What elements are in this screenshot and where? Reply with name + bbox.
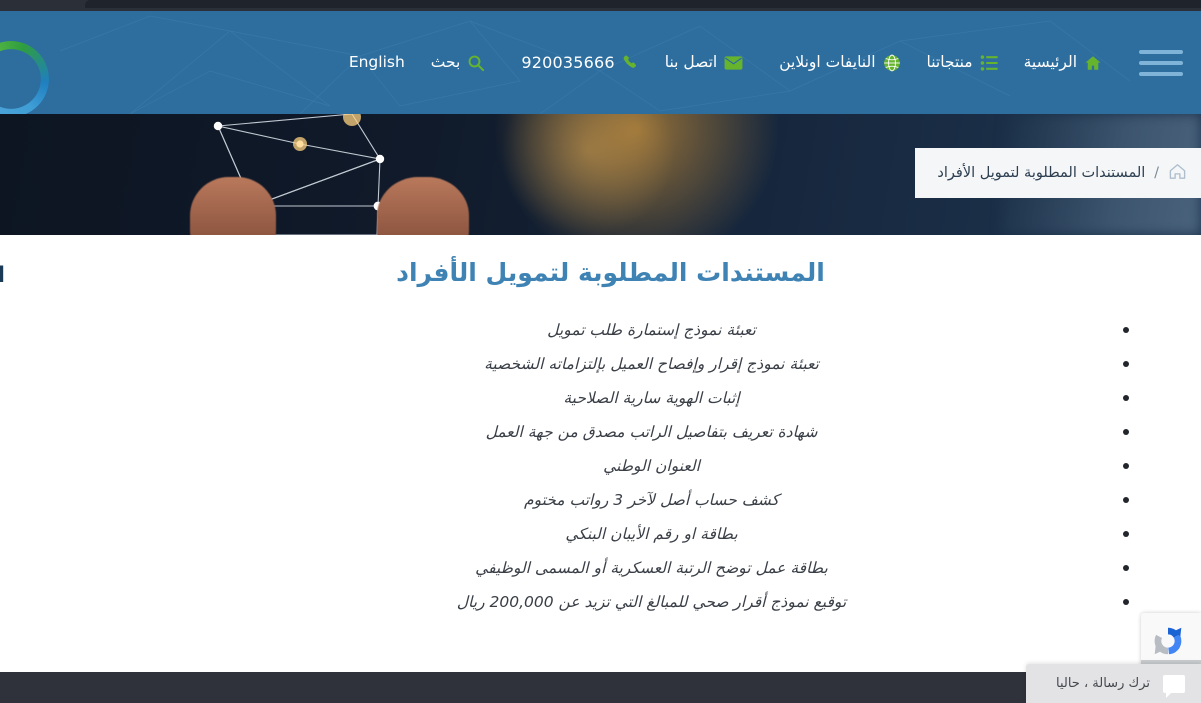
- nav-item-online-label: النايفات اونلاين: [779, 52, 876, 71]
- search-icon: [467, 54, 485, 72]
- breadcrumb: / المستندات المطلوبة لتمويل الأفراد: [915, 148, 1201, 198]
- list-bullet-icon: [1123, 565, 1129, 571]
- list-bullet-icon: [1123, 531, 1129, 537]
- list-item-label: إثبات الهوية سارية الصلاحية: [563, 389, 740, 407]
- home-icon: [1084, 54, 1102, 72]
- breadcrumb-separator: /: [1154, 165, 1159, 181]
- list-item: إثبات الهوية سارية الصلاحية: [20, 381, 1201, 415]
- list-item-label: كشف حساب أصل لآخر 3 رواتب مختوم: [523, 491, 779, 509]
- nav-phone-number: 920035666: [521, 53, 615, 72]
- required-documents-list: تعبئة نموذج إستمارة طلب تمويل تعبئة نموذج…: [0, 313, 1201, 619]
- nav-language-switch[interactable]: English: [348, 52, 405, 71]
- hamburger-bar: [1139, 60, 1183, 65]
- list-item: تعبئة نموذج إستمارة طلب تمويل: [20, 313, 1201, 347]
- list-bullet-icon: [1123, 361, 1129, 367]
- hamburger-bar: [1139, 71, 1183, 76]
- nav-item-phone[interactable]: 920035666: [521, 53, 638, 72]
- chat-widget[interactable]: ترك رسالة ، حاليا: [1026, 664, 1201, 703]
- nav-item-products-label: منتجاتنا: [926, 52, 973, 71]
- main-content: ا المستندات المطلوبة لتمويل الأفراد تعبئ…: [0, 235, 1201, 672]
- list-item: شهادة تعريف بتفاصيل الراتب مصدق من جهة ا…: [20, 415, 1201, 449]
- list-bullet-icon: [1123, 497, 1129, 503]
- list-item: توقيع نموذج أقرار صحي للمبالغ التي تزيد …: [20, 585, 1201, 619]
- list-item: تعبئة نموذج إقرار وإفصاح العميل بإلتزاما…: [20, 347, 1201, 381]
- page-title: المستندات المطلوبة لتمويل الأفراد: [396, 258, 825, 287]
- list-item: بطاقة عمل توضح الرتبة العسكرية أو المسمى…: [20, 551, 1201, 585]
- site-header: الرئيسية منتجاتنا النايفات اونلاين اتصل …: [0, 11, 1201, 114]
- recaptcha-badge-icon: [1154, 627, 1182, 655]
- site-logo[interactable]: [0, 41, 49, 114]
- list-item: بطاقة او رقم الأيبان البنكي: [20, 517, 1201, 551]
- list-item-label: بطاقة عمل توضح الرتبة العسكرية أو المسمى…: [475, 559, 828, 577]
- hamburger-menu-icon[interactable]: [1133, 43, 1183, 83]
- list-bullet-icon: [1123, 395, 1129, 401]
- nav-language-label: English: [348, 52, 405, 71]
- list-bullet-icon: [1123, 599, 1129, 605]
- list-bullet-icon: [1123, 463, 1129, 469]
- browser-top-strip: [0, 0, 1201, 11]
- list-item-label: تعبئة نموذج إقرار وإفصاح العميل بإلتزاما…: [484, 355, 819, 373]
- nav-item-contact-label: اتصل بنا: [664, 52, 718, 71]
- list-item-label: شهادة تعريف بتفاصيل الراتب مصدق من جهة ا…: [485, 423, 818, 441]
- list-item-label: العنوان الوطني: [603, 457, 700, 475]
- globe-icon: [883, 54, 901, 72]
- nav-item-online[interactable]: النايفات اونلاين: [779, 54, 900, 72]
- list-item-label: بطاقة او رقم الأيبان البنكي: [565, 525, 738, 543]
- logo-ring-icon: [0, 41, 49, 114]
- phone-icon: [622, 54, 639, 71]
- list-item-label: توقيع نموذج أقرار صحي للمبالغ التي تزيد …: [456, 593, 847, 611]
- nav-item-products[interactable]: منتجاتنا: [926, 52, 998, 71]
- site-footer: [0, 672, 1201, 703]
- list-bullet-icon: [1123, 327, 1129, 333]
- breadcrumb-current: المستندات المطلوبة لتمويل الأفراد: [937, 165, 1146, 181]
- list-item: العنوان الوطني: [20, 449, 1201, 483]
- nav-item-home[interactable]: الرئيسية: [1024, 54, 1102, 72]
- envelope-icon: [724, 55, 743, 70]
- list-bullet-icon: [1123, 429, 1129, 435]
- breadcrumb-home-icon[interactable]: [1168, 162, 1187, 185]
- hamburger-bar: [1139, 49, 1183, 54]
- list-item-label: تعبئة نموذج إستمارة طلب تمويل: [547, 321, 756, 339]
- nav-item-contact[interactable]: اتصل بنا: [664, 52, 743, 71]
- list-item: كشف حساب أصل لآخر 3 رواتب مختوم: [20, 483, 1201, 517]
- chat-bubble-icon: [1163, 674, 1185, 698]
- list-icon: [980, 54, 998, 71]
- main-navigation: الرئيسية منتجاتنا النايفات اونلاين اتصل …: [336, 11, 1201, 114]
- nav-search[interactable]: بحث: [431, 54, 486, 72]
- nav-search-label: بحث: [430, 52, 461, 71]
- browser-tab-strip: [85, 0, 1201, 8]
- chat-widget-label: ترك رسالة ، حاليا: [1055, 676, 1150, 691]
- nav-item-home-label: الرئيسية: [1023, 52, 1077, 71]
